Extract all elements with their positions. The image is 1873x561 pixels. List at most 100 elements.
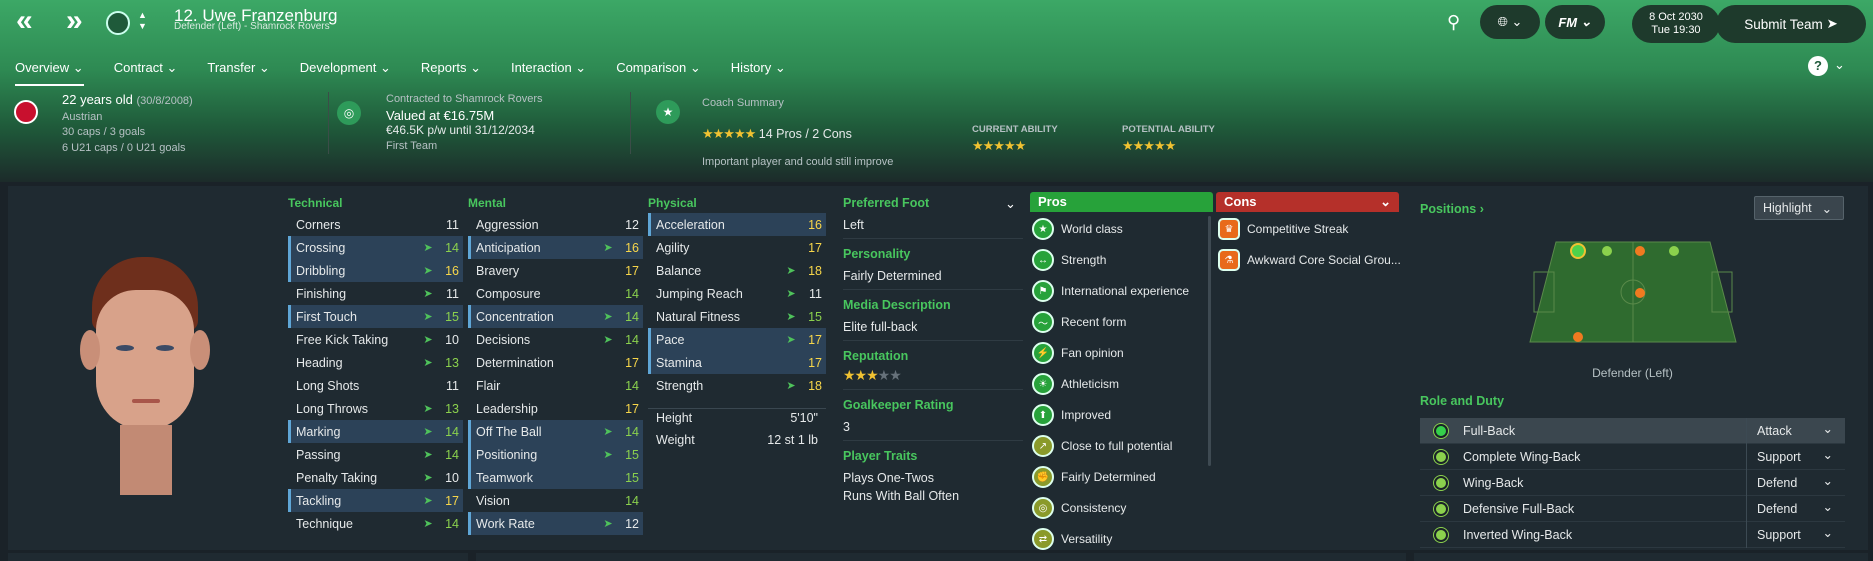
tab-history[interactable]: History ⌄ [716, 57, 801, 79]
attribute-row[interactable]: Bravery 17 [468, 259, 643, 282]
attribute-name: Leadership [476, 401, 538, 416]
attribute-row[interactable]: Corners 11 [288, 213, 463, 236]
attribute-row[interactable]: Passing ➤ 14 [288, 443, 463, 466]
cons-chevron-icon[interactable]: ⌄ [1380, 192, 1391, 212]
details-chevron-icon[interactable]: ⌄ [1005, 196, 1016, 212]
role-row[interactable]: Full-Back Attack ⌄ [1420, 418, 1845, 444]
duty-dropdown[interactable]: Defend ⌄ [1746, 470, 1845, 496]
attribute-row[interactable]: Flair 14 [468, 374, 643, 397]
position-dot [1669, 246, 1679, 256]
attribute-row[interactable]: Leadership 17 [468, 397, 643, 420]
attribute-row[interactable]: Stamina 17 [648, 351, 826, 374]
attribute-row[interactable]: Decisions ➤ 14 [468, 328, 643, 351]
pro-item[interactable]: ⚑ International experience [1032, 278, 1189, 304]
pro-item[interactable]: ★ World class [1032, 216, 1123, 242]
pro-item[interactable]: ⚡ Fan opinion [1032, 340, 1124, 366]
attribute-row[interactable]: Natural Fitness ➤ 15 [648, 305, 826, 328]
pro-item[interactable]: ☀ Athleticism [1032, 371, 1119, 397]
attribute-value: 14 [625, 309, 639, 324]
preferred-foot-label: Preferred Foot [843, 196, 930, 210]
attribute-row[interactable]: Positioning ➤ 15 [468, 443, 643, 466]
attribute-row[interactable]: Free Kick Taking ➤ 10 [288, 328, 463, 351]
help-icon[interactable]: ? [1808, 56, 1828, 76]
tab-interaction[interactable]: Interaction ⌄ [496, 57, 601, 79]
attribute-row[interactable]: First Touch ➤ 15 [288, 305, 463, 328]
role-row[interactable]: Complete Wing-Back Support ⌄ [1420, 444, 1845, 470]
tab-comparison[interactable]: Comparison ⌄ [601, 57, 716, 79]
attribute-row[interactable]: Balance ➤ 18 [648, 259, 826, 282]
attribute-row[interactable]: Heading ➤ 13 [288, 351, 463, 374]
tab-contract[interactable]: Contract ⌄ [99, 57, 193, 79]
highlight-dropdown[interactable]: Highlight ⌄ [1754, 196, 1844, 220]
positions-link[interactable]: Positions › [1420, 202, 1484, 216]
updown-chevron-icon[interactable]: ▲ ▼ [138, 10, 147, 32]
attribute-row[interactable]: Concentration ➤ 14 [468, 305, 643, 328]
attribute-value: 14 [625, 378, 639, 393]
submit-team-button[interactable]: Submit Team ➤ [1716, 5, 1866, 43]
attribute-row[interactable]: Dribbling ➤ 16 [288, 259, 463, 282]
tab-transfer[interactable]: Transfer ⌄ [192, 57, 284, 79]
duty-dropdown[interactable]: Defend ⌄ [1746, 496, 1845, 522]
club-crest-icon[interactable] [106, 11, 130, 35]
attribute-row[interactable]: Crossing ➤ 14 [288, 236, 463, 259]
attribute-row[interactable]: Determination 17 [468, 351, 643, 374]
chevron-down-icon: ⌄ [1822, 474, 1833, 488]
duty-value: Defend [1757, 476, 1798, 490]
attribute-row[interactable]: Finishing ➤ 11 [288, 282, 463, 305]
back-arrow-icon[interactable]: « [16, 6, 33, 36]
search-icon[interactable]: ⚲ [1447, 12, 1460, 33]
attribute-value: 14 [625, 493, 639, 508]
attribute-row[interactable]: Technique ➤ 14 [288, 512, 463, 535]
pro-label: Athleticism [1061, 377, 1120, 391]
divider [630, 92, 631, 154]
duty-dropdown[interactable]: Support ⌄ [1746, 444, 1845, 470]
attribute-row[interactable]: Marking ➤ 14 [288, 420, 463, 443]
attribute-row[interactable]: Off The Ball ➤ 14 [468, 420, 643, 443]
pro-item[interactable]: ✊ Fairly Determined [1032, 464, 1156, 490]
attribute-row[interactable]: Agility 17 [648, 236, 826, 259]
pro-item[interactable]: ⬆ Improved [1032, 402, 1111, 428]
forward-arrow-icon[interactable]: » [66, 6, 83, 36]
gk-rating-label: Goalkeeper Rating [843, 398, 954, 412]
attribute-row[interactable]: Teamwork 15 [468, 466, 643, 489]
attribute-row[interactable]: Pace ➤ 17 [648, 328, 826, 351]
attribute-row[interactable]: Jumping Reach ➤ 11 [648, 282, 826, 305]
pro-item[interactable]: ↗ Close to full potential [1032, 433, 1172, 459]
pro-item[interactable]: ◎ Consistency [1032, 495, 1126, 521]
attribute-row[interactable]: Tackling ➤ 17 [288, 489, 463, 512]
attribute-row[interactable]: Strength ➤ 18 [648, 374, 826, 397]
tab-reports[interactable]: Reports ⌄ [406, 57, 496, 79]
duty-dropdown[interactable]: Attack ⌄ [1746, 418, 1845, 444]
con-item[interactable]: ♛ Competitive Streak [1218, 216, 1348, 242]
date-button[interactable]: 8 Oct 2030 Tue 19:30 [1632, 5, 1720, 43]
attribute-row[interactable]: Aggression 12 [468, 213, 643, 236]
tab-overview[interactable]: Overview ⌄ [0, 57, 99, 86]
attribute-row[interactable]: Vision 14 [468, 489, 643, 512]
attribute-row[interactable]: Anticipation ➤ 16 [468, 236, 643, 259]
attribute-row[interactable]: Composure 14 [468, 282, 643, 305]
globe-menu-button[interactable]: 🌐︎ ⌄ [1480, 5, 1540, 39]
role-row[interactable]: Defensive Full-Back Defend ⌄ [1420, 496, 1845, 522]
progress-arrow-icon: ➤ [786, 311, 796, 323]
pro-item[interactable]: ↔ Strength [1032, 247, 1106, 273]
role-suitability-icon [1434, 475, 1448, 490]
coach-summary-title: Coach Summary [702, 97, 784, 109]
duty-dropdown[interactable]: Support ⌄ [1746, 522, 1845, 548]
pros-scrollbar[interactable] [1208, 216, 1211, 466]
attribute-row[interactable]: Work Rate ➤ 12 [468, 512, 643, 535]
attribute-name: Natural Fitness [656, 309, 741, 324]
attribute-row[interactable]: Acceleration 16 [648, 213, 826, 236]
attribute-row[interactable]: Penalty Taking ➤ 10 [288, 466, 463, 489]
role-row[interactable]: Wing-Back Defend ⌄ [1420, 470, 1845, 496]
help-chevron-icon[interactable]: ⌄ [1834, 57, 1845, 73]
fm-menu-button[interactable]: FM ⌄ [1545, 5, 1605, 39]
attribute-row[interactable]: Long Throws ➤ 13 [288, 397, 463, 420]
con-item[interactable]: ⚗ Awkward Core Social Grou... [1218, 247, 1401, 273]
attribute-name: Penalty Taking [296, 470, 378, 485]
tab-development[interactable]: Development ⌄ [285, 57, 406, 79]
pro-item[interactable]: 〜 Recent form [1032, 309, 1126, 335]
role-row[interactable]: Inverted Wing-Back Support ⌄ [1420, 522, 1845, 548]
attribute-row[interactable]: Long Shots 11 [288, 374, 463, 397]
row-accent [468, 236, 471, 259]
pro-item[interactable]: ⇄ Versatility [1032, 526, 1112, 552]
